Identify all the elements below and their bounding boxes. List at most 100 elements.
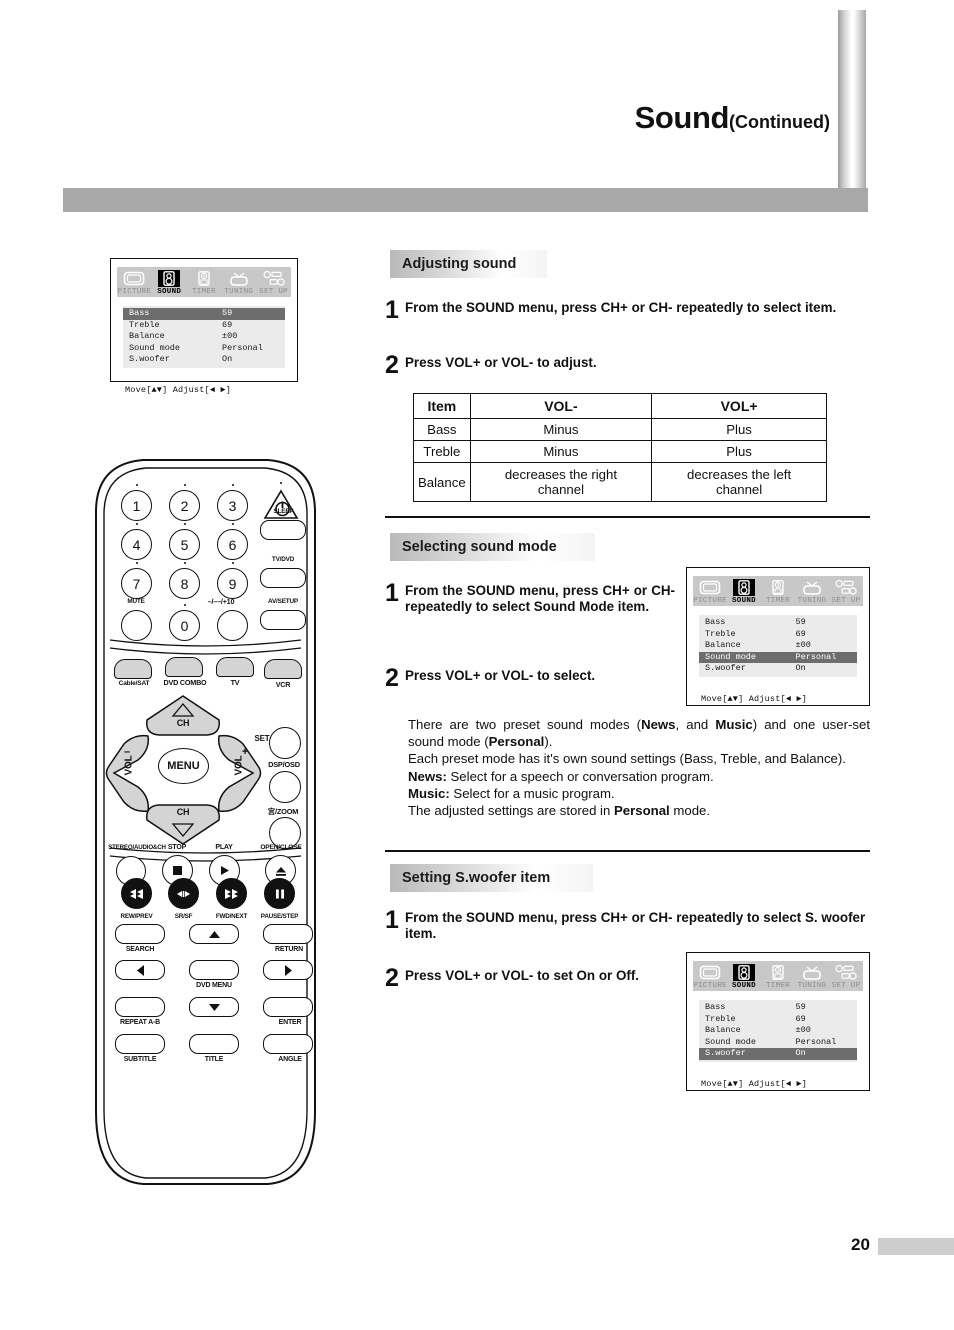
vcr-button[interactable] xyxy=(264,659,302,679)
osd-tab-label: PICTURE xyxy=(693,982,727,990)
dvd-menu-button[interactable] xyxy=(189,960,239,980)
osd-menu-row[interactable]: Balance ±00 xyxy=(699,640,857,652)
table-row: Balance decreases the right channel decrea… xyxy=(413,462,827,502)
remote-number-3[interactable]: 3 xyxy=(217,490,248,521)
power-button[interactable] xyxy=(263,488,299,520)
remote-number-8[interactable]: 8 xyxy=(169,568,200,599)
dvd-down-button[interactable] xyxy=(189,997,239,1017)
channel-up-button[interactable]: CH xyxy=(143,694,223,737)
dvd-left-button[interactable] xyxy=(115,960,165,980)
mute-button[interactable] xyxy=(121,610,152,641)
enter-button[interactable] xyxy=(263,997,313,1017)
remote-number-9[interactable]: 9 xyxy=(217,568,248,599)
tv-screen-icon xyxy=(699,579,721,596)
return-button[interactable] xyxy=(263,924,313,944)
rew-prev-button[interactable] xyxy=(121,878,152,909)
tv-button[interactable] xyxy=(216,657,254,677)
osd-menu-row[interactable]: Bass 59 xyxy=(699,1002,857,1014)
osd-row-label: Sound mode xyxy=(705,651,757,662)
osd-tab-sound[interactable]: SOUND xyxy=(151,267,187,297)
osd-menu-list: Bass 59 Treble 69 Balance ±00 Sound mode Person… xyxy=(123,306,285,368)
tv-dvd-button[interactable] xyxy=(260,568,306,588)
remote-number-0[interactable]: 0 xyxy=(169,610,200,641)
pause-step-button[interactable] xyxy=(264,878,295,909)
osd-row-value: Personal xyxy=(795,651,837,662)
av-setup-button[interactable] xyxy=(260,610,306,630)
channel-down-button[interactable]: CH xyxy=(143,802,223,846)
step-number: 2 xyxy=(385,964,399,992)
osd-menu-row[interactable]: Sound mode Personal xyxy=(699,651,857,663)
fwd-next-button[interactable] xyxy=(216,878,247,909)
dvd-up-button[interactable] xyxy=(189,924,239,944)
volume-up-button[interactable]: VOL + xyxy=(216,732,263,815)
osd-tab-timer[interactable]: TIMER xyxy=(761,576,795,606)
cable-sat-button[interactable] xyxy=(114,659,152,679)
osd-tab-label: TIMER xyxy=(765,982,790,990)
osd-tab-tuning[interactable]: TUNING xyxy=(221,267,257,297)
osd-tab-tuning[interactable]: TUNING xyxy=(795,576,829,606)
osd-menu-row[interactable]: Sound mode Personal xyxy=(123,343,285,355)
osd-menu-row[interactable]: S.woofer On xyxy=(699,1048,857,1060)
speaker-icon xyxy=(733,579,755,596)
label-sleep: SLEEP xyxy=(273,508,294,515)
title-button[interactable] xyxy=(189,1034,239,1054)
header-gradient-bar xyxy=(838,10,866,190)
osd-tab-set-up[interactable]: SET UP xyxy=(256,267,291,297)
osd-row-label: S.woofer xyxy=(129,354,170,364)
remote-number-6[interactable]: 6 xyxy=(217,529,248,560)
osd-tab-timer[interactable]: TIMER xyxy=(761,961,795,991)
osd-tab-label: SET UP xyxy=(831,982,861,990)
dvd-right-button[interactable] xyxy=(263,960,313,980)
repeat-ab-button[interactable] xyxy=(115,997,165,1017)
speaker-icon xyxy=(158,270,181,287)
set-button[interactable] xyxy=(269,727,301,759)
antenna-tv-icon xyxy=(801,579,823,596)
osd-menu-row[interactable]: Bass 59 xyxy=(123,308,285,320)
osd-row-value: 69 xyxy=(795,1013,806,1024)
remote-number-7[interactable]: 7 xyxy=(121,568,152,599)
dvd-combo-button[interactable] xyxy=(165,657,203,677)
osd-tab-set-up[interactable]: SET UP xyxy=(829,576,863,606)
dsp-osd-button[interactable] xyxy=(269,771,301,803)
osd-menu-row[interactable]: Balance ±00 xyxy=(699,1025,857,1037)
remote-number-1[interactable]: 1 xyxy=(121,490,152,521)
label-tv: TV xyxy=(230,678,240,687)
step-text: From the SOUND menu, press CH+ or CH- re… xyxy=(405,300,837,315)
osd-menu-row[interactable]: S.woofer On xyxy=(699,663,857,675)
osd-menu-row[interactable]: Balance ±00 xyxy=(123,331,285,343)
osd-menu-row[interactable]: Treble 69 xyxy=(699,1014,857,1026)
osd-tab-label: TUNING xyxy=(224,288,254,296)
remote-number-2[interactable]: 2 xyxy=(169,490,200,521)
page-title: Sound(Continued) xyxy=(430,100,830,136)
osd-tab-sound[interactable]: SOUND xyxy=(727,576,761,606)
osd-row-label: Bass xyxy=(705,617,726,627)
osd-tab-picture[interactable]: PICTURE xyxy=(693,576,727,606)
page-number-bar xyxy=(878,1238,954,1255)
search-button[interactable] xyxy=(115,924,165,944)
osd-row-label: S.woofer xyxy=(705,663,746,673)
plus10-button[interactable] xyxy=(217,610,248,641)
osd-menu-row[interactable]: Bass 59 xyxy=(699,617,857,629)
angle-button[interactable] xyxy=(263,1034,313,1054)
menu-button[interactable]: MENU xyxy=(158,748,209,784)
osd-tab-sound[interactable]: SOUND xyxy=(727,961,761,991)
osd-tab-tuning[interactable]: TUNING xyxy=(795,961,829,991)
osd-menu-row[interactable]: S.woofer On xyxy=(123,354,285,366)
osd-menu-row[interactable]: Treble 69 xyxy=(699,629,857,641)
osd-row-value: Personal xyxy=(795,1036,837,1047)
osd-tab-set-up[interactable]: SET UP xyxy=(829,961,863,991)
step-text: Press VOL+ or VOL- to select. xyxy=(405,668,596,683)
remote-number-4[interactable]: 4 xyxy=(121,529,152,560)
osd-menu-row[interactable]: Sound mode Personal xyxy=(699,1037,857,1049)
remote-number-5[interactable]: 5 xyxy=(169,529,200,560)
osd-tab-timer[interactable]: TIMER xyxy=(186,267,222,297)
osd-menu-row[interactable]: Treble 69 xyxy=(123,320,285,332)
osd-tab-picture[interactable]: PICTURE xyxy=(693,961,727,991)
subtitle-button[interactable] xyxy=(115,1034,165,1054)
osd-row-value: On xyxy=(795,1048,806,1058)
arrow-down-icon xyxy=(208,1003,220,1011)
osd-row-value: ±00 xyxy=(222,331,238,341)
osd-tab-picture[interactable]: PICTURE xyxy=(117,267,152,297)
sleep-button[interactable] xyxy=(260,520,306,540)
sr-sf-button[interactable] xyxy=(168,878,199,909)
